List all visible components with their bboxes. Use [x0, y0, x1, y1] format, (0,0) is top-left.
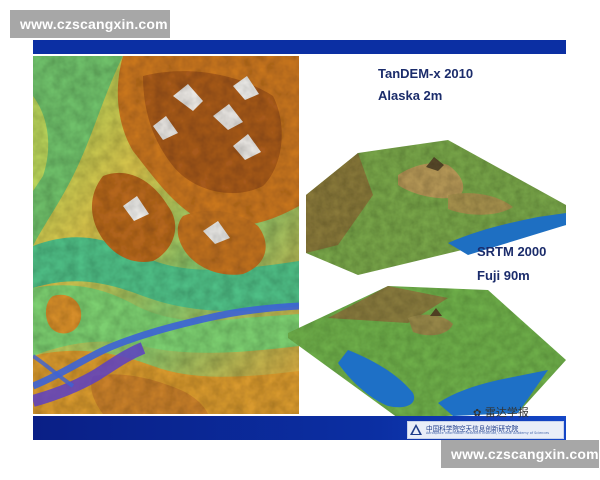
srtm-title: SRTM 2000 — [477, 244, 547, 259]
institute-emblem-icon — [410, 424, 422, 435]
fuji-3d-render-bottom — [288, 278, 566, 418]
wechat-icon: ✿ — [473, 408, 482, 419]
institute-logo: 中国科学院空天信息创新研究院 Aerospace Information Res… — [407, 421, 564, 439]
tandem-title: TanDEM-x 2010 — [378, 66, 474, 81]
watermark-top: www.czscangxin.com — [10, 10, 170, 38]
institute-name-english: Aerospace Information Research Institute… — [426, 431, 550, 435]
alaska-dem-image — [33, 56, 299, 414]
watermark-bottom: www.czscangxin.com — [441, 440, 599, 468]
slide-top-banner — [33, 40, 566, 54]
wechat-account-label: ✿ 雷达学报 — [473, 404, 529, 420]
wechat-account-name: 雷达学报 — [484, 406, 529, 419]
presentation-slide: TanDEM-x 2010 Alaska 2m SRTM 2000 Fuji 9… — [33, 40, 566, 440]
tandem-place: Alaska 2m — [378, 88, 443, 103]
